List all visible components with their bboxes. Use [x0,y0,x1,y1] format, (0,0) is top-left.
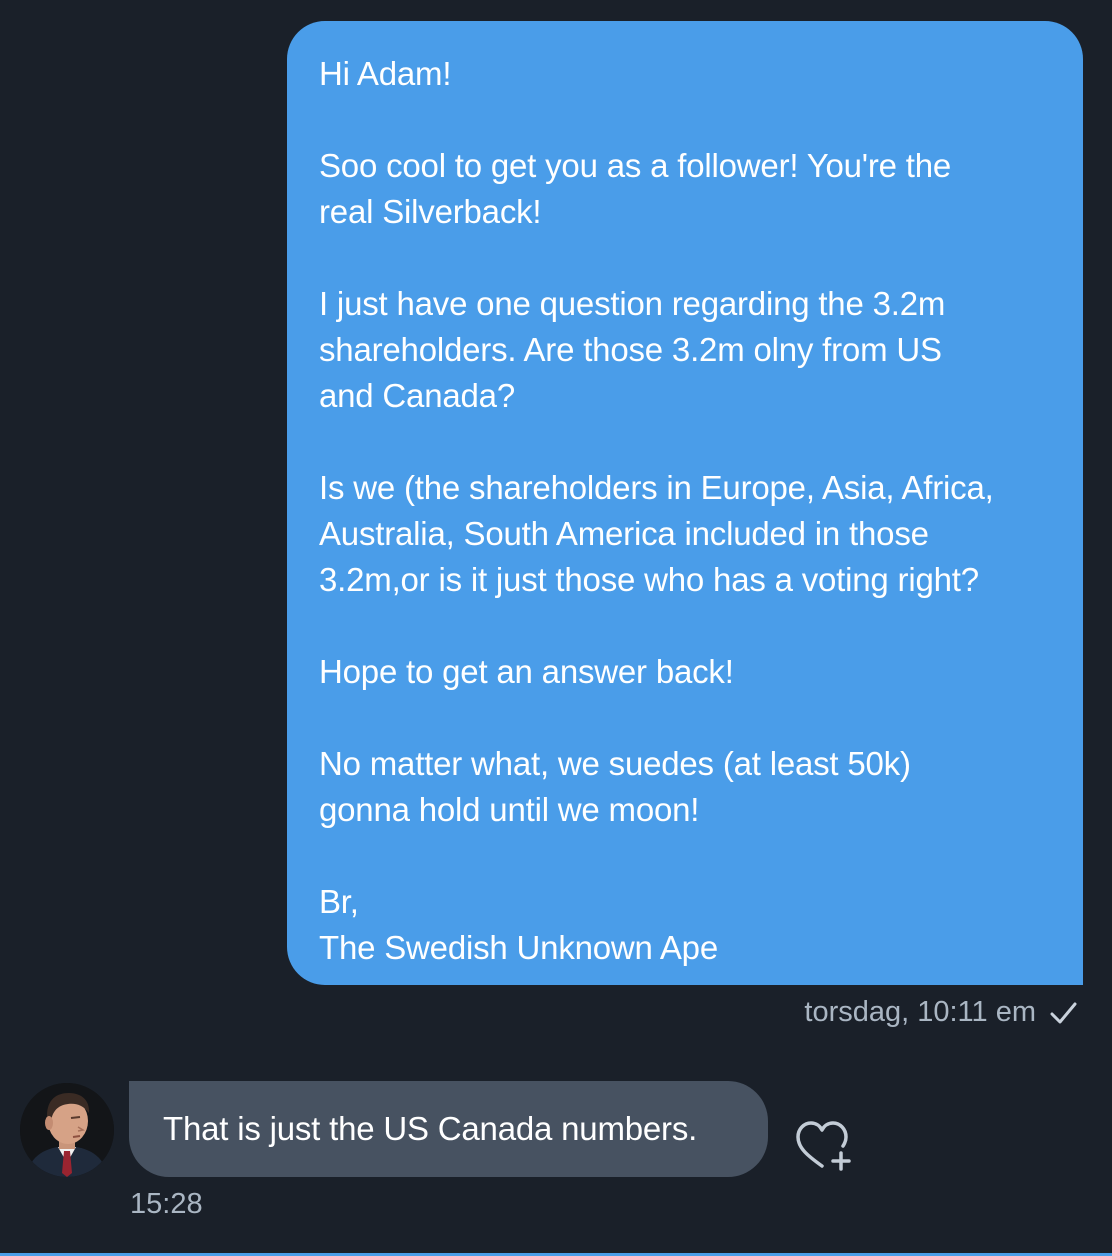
received-message-bubble[interactable]: That is just the US Canada numbers. [129,1081,768,1177]
heart-add-icon [796,1121,851,1171]
avatar-portrait-icon [20,1083,114,1177]
sent-message-paragraph: Hope to get an answer back! [319,653,734,690]
avatar[interactable] [20,1083,114,1177]
sent-message-paragraph: Br, The Swedish Unknown Ape [319,883,718,966]
received-message-text: That is just the US Canada numbers. [163,1110,698,1147]
sent-message-timestamp: torsdag, 10:11 em [804,996,1036,1028]
sent-message-meta: torsdag, 10:11 em [804,996,1078,1029]
sent-message-paragraph: Is we (the shareholders in Europe, Asia,… [319,469,994,598]
received-message-timestamp: 15:28 [130,1188,203,1220]
sent-message-bubble[interactable]: Hi Adam! Soo cool to get you as a follow… [287,21,1083,985]
conversation-view: Hi Adam! Soo cool to get you as a follow… [0,0,1112,1256]
sent-message-paragraph: Hi Adam! [319,55,452,92]
sent-message-paragraph: No matter what, we suedes (at least 50k)… [319,745,911,828]
check-icon [1050,1002,1077,1023]
sent-message-paragraph: I just have one question regarding the 3… [319,285,946,414]
sent-message-paragraph: Soo cool to get you as a follower! You'r… [319,147,952,230]
add-reaction-button[interactable] [794,1118,856,1174]
